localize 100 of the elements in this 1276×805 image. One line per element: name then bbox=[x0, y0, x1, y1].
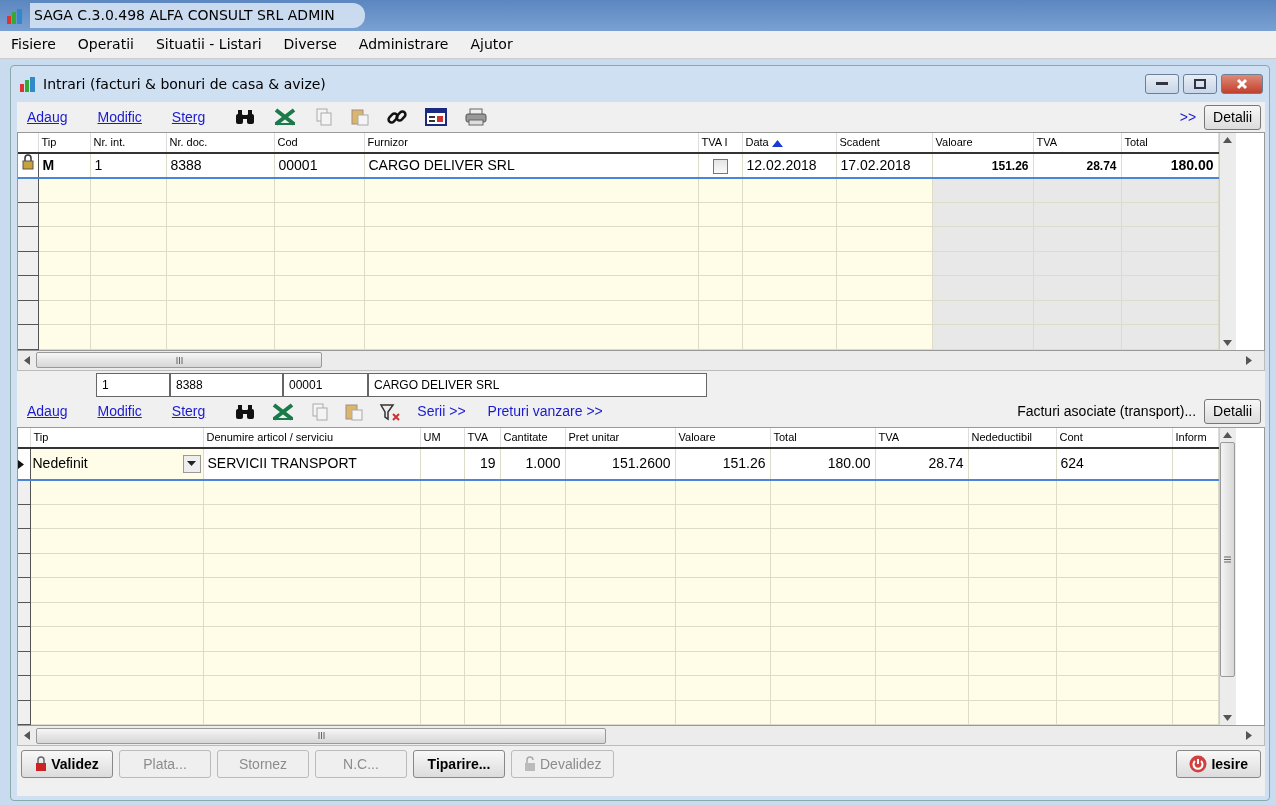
column-header[interactable]: Total bbox=[770, 427, 875, 448]
checkbox[interactable] bbox=[712, 158, 728, 174]
toolbar-link[interactable]: Modific bbox=[97, 401, 142, 422]
column-header[interactable]: Nr. doc. bbox=[166, 133, 274, 153]
row-indicator[interactable] bbox=[18, 504, 30, 529]
column-header[interactable]: Data bbox=[742, 133, 836, 153]
row-indicator[interactable] bbox=[18, 700, 30, 725]
column-header[interactable]: TVA I bbox=[698, 133, 742, 153]
maximize-button[interactable] bbox=[1183, 74, 1217, 94]
row-indicator[interactable] bbox=[18, 226, 38, 251]
minimize-button[interactable] bbox=[1145, 74, 1179, 94]
details-button[interactable]: Detalii bbox=[1204, 399, 1261, 424]
scroll-down-icon[interactable] bbox=[1223, 339, 1232, 346]
close-button[interactable] bbox=[1221, 74, 1263, 94]
menu-item[interactable]: Operatii bbox=[74, 34, 137, 55]
spreadsheet-icon[interactable] bbox=[273, 108, 298, 126]
associated-invoices-label: Facturi asociate (transport)... bbox=[1017, 402, 1197, 421]
scroll-left-icon[interactable] bbox=[24, 355, 30, 365]
action-button[interactable]: Validez bbox=[21, 750, 113, 778]
table-cell: M bbox=[42, 156, 55, 173]
row-indicator[interactable] bbox=[18, 553, 30, 578]
link-icon[interactable] bbox=[387, 107, 408, 127]
table-cell: 1.000 bbox=[525, 455, 561, 471]
horizontal-scrollbar[interactable] bbox=[17, 350, 1265, 371]
column-header[interactable]: Denumire articol / serviciu bbox=[203, 427, 420, 448]
column-header[interactable]: Cantitate bbox=[500, 427, 565, 448]
row-indicator[interactable] bbox=[18, 324, 38, 349]
column-header[interactable]: Cont bbox=[1056, 427, 1172, 448]
row-indicator[interactable] bbox=[18, 675, 30, 700]
action-button[interactable]: Tiparire... bbox=[413, 750, 505, 778]
row-indicator[interactable] bbox=[18, 177, 38, 202]
row-indicator[interactable] bbox=[18, 275, 38, 300]
column-header[interactable]: Tip bbox=[30, 427, 203, 448]
open-lock-icon bbox=[524, 756, 536, 772]
row-indicator[interactable] bbox=[18, 300, 38, 325]
scroll-up-icon[interactable] bbox=[1223, 137, 1232, 143]
scrollbar-thumb[interactable] bbox=[36, 727, 606, 744]
column-header[interactable]: Valoare bbox=[675, 427, 770, 448]
scroll-right-icon[interactable] bbox=[1246, 355, 1252, 365]
scroll-down-icon[interactable] bbox=[1223, 715, 1232, 721]
scroll-up-icon[interactable] bbox=[1223, 431, 1232, 438]
column-header[interactable]: Scadent bbox=[836, 133, 932, 153]
row-indicator[interactable] bbox=[18, 479, 30, 504]
menu-item[interactable]: Situatii - Listari bbox=[152, 34, 265, 55]
exit-button[interactable]: Iesire bbox=[1176, 750, 1261, 778]
binoculars-icon[interactable] bbox=[235, 109, 256, 125]
scroll-left-icon[interactable] bbox=[24, 731, 30, 740]
app-logo-icon bbox=[6, 6, 24, 25]
column-header[interactable]: Total bbox=[1121, 133, 1218, 153]
column-header[interactable]: Furnizor bbox=[364, 133, 698, 153]
scrollbar-thumb[interactable] bbox=[36, 352, 322, 368]
toolbar-link[interactable]: Serii >> bbox=[417, 401, 466, 422]
row-indicator[interactable] bbox=[18, 651, 30, 676]
grip-icon bbox=[1224, 555, 1231, 563]
row-indicator[interactable] bbox=[18, 202, 38, 227]
table-cell: 151.26 bbox=[991, 158, 1029, 173]
column-header[interactable]: UM bbox=[420, 427, 464, 448]
table-cell: 19 bbox=[479, 455, 496, 471]
toolbar-link[interactable]: Sterg bbox=[171, 401, 206, 422]
column-header[interactable]: Inform bbox=[1172, 427, 1218, 448]
printer-icon[interactable] bbox=[465, 108, 488, 126]
spreadsheet-icon[interactable] bbox=[271, 402, 296, 421]
table-cell: SERVICII TRANSPORT bbox=[207, 455, 357, 471]
column-header[interactable]: TVA bbox=[464, 427, 500, 448]
column-header[interactable]: Nedeductibil bbox=[968, 427, 1056, 448]
column-header[interactable]: Tip bbox=[38, 133, 90, 153]
binoculars-icon[interactable] bbox=[235, 403, 256, 420]
details-button[interactable]: Detalii bbox=[1204, 104, 1261, 130]
menu-item[interactable]: Fisiere bbox=[8, 34, 59, 55]
toolbar-link[interactable]: Sterg bbox=[171, 106, 206, 128]
toolbar-link[interactable]: Modific bbox=[97, 106, 142, 128]
row-indicator[interactable] bbox=[18, 577, 30, 602]
filter-clear-icon[interactable] bbox=[379, 401, 402, 422]
more-link[interactable]: >> bbox=[1179, 106, 1197, 128]
table-cell: 28.74 bbox=[1086, 158, 1117, 173]
toolbar-link[interactable]: Adaug bbox=[27, 401, 68, 422]
column-header[interactable]: TVA bbox=[1033, 133, 1121, 153]
row-indicator[interactable] bbox=[18, 528, 30, 553]
row-indicator[interactable] bbox=[18, 602, 30, 627]
row-indicator[interactable] bbox=[18, 626, 30, 651]
column-header[interactable]: Valoare bbox=[932, 133, 1033, 153]
scroll-right-icon[interactable] bbox=[1246, 731, 1252, 740]
window-title: SAGA C.3.0.498 ALFA CONSULT SRL ADMIN bbox=[30, 3, 365, 28]
column-header[interactable]: Cod bbox=[274, 133, 364, 153]
table-cell: 151.2600 bbox=[612, 455, 671, 471]
lock-icon bbox=[35, 756, 48, 772]
table-icon[interactable] bbox=[425, 108, 448, 126]
menu-item[interactable]: Diverse bbox=[280, 34, 340, 55]
menu-item[interactable]: Administrare bbox=[355, 34, 452, 55]
column-header[interactable]: Nr. int. bbox=[90, 133, 166, 153]
table-cell: 28.74 bbox=[928, 455, 964, 471]
caret-icon bbox=[187, 461, 196, 466]
row-indicator[interactable] bbox=[18, 251, 38, 276]
column-header[interactable]: Pret unitar bbox=[565, 427, 675, 448]
horizontal-scrollbar[interactable] bbox=[17, 726, 1265, 746]
scrollbar-thumb[interactable] bbox=[1220, 441, 1235, 677]
menu-item[interactable]: Ajutor bbox=[467, 34, 516, 55]
toolbar-link[interactable]: Adaug bbox=[27, 106, 68, 128]
column-header[interactable]: TVA bbox=[875, 427, 968, 448]
toolbar-link[interactable]: Preturi vanzare >> bbox=[487, 401, 603, 422]
